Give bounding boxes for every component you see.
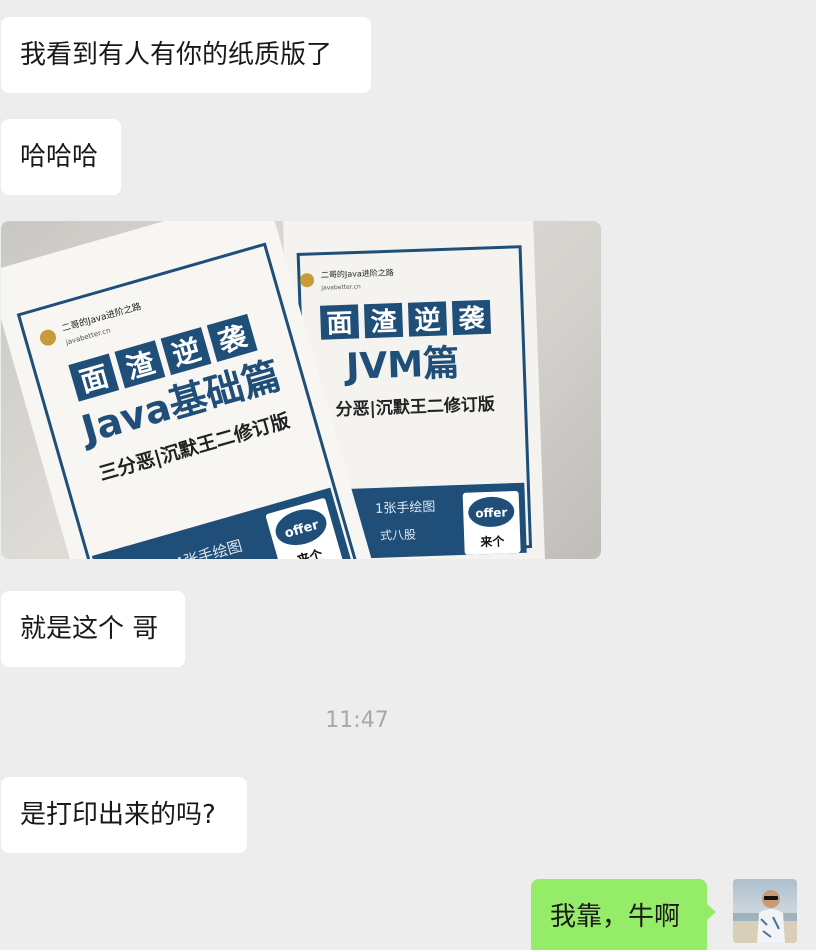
message-bubble[interactable]: 是打印出来的吗? (1, 777, 247, 853)
message-text: 是打印出来的吗? (20, 800, 216, 830)
book-photo: 二哥的Java进阶之路 javabetter.cn 面 渣 逆 袭 JVM篇 分… (1, 221, 546, 559)
book-site: javabetter.cn (320, 283, 361, 291)
message-bubble-outgoing[interactable]: 我靠，牛啊 (531, 879, 716, 950)
offer-badge-text: 来个 (479, 533, 506, 549)
title-char: 袭 (457, 304, 486, 335)
message-text: 我看到有人有你的纸质版了 (20, 40, 333, 70)
avatar-image (733, 890, 797, 943)
book-subtitle: JVM篇 (342, 343, 459, 388)
message-bubble[interactable]: 我看到有人有你的纸质版了 (1, 17, 371, 93)
title-char: 渣 (370, 307, 398, 338)
avatar[interactable] (733, 879, 797, 943)
image-message[interactable]: 二哥的Java进阶之路 javabetter.cn 面 渣 逆 袭 JVM篇 分… (1, 221, 601, 559)
timestamp: 11:47 (325, 708, 389, 733)
chat-window: 我看到有人有你的纸质版了 哈哈哈 二哥的Java进阶之路 javabetter.… (0, 0, 816, 950)
book-footer: 式八股 (380, 528, 416, 543)
message-text: 我靠，牛啊 (550, 902, 681, 932)
title-char: 面 (326, 309, 353, 340)
message-bubble[interactable]: 就是这个 哥 (1, 591, 185, 667)
message-text: 哈哈哈 (20, 142, 99, 172)
message-text: 就是这个 哥 (20, 614, 159, 644)
book-footer: 1张手绘图 (375, 500, 436, 517)
message-bubble[interactable]: 哈哈哈 (1, 119, 121, 195)
offer-badge: offer (475, 505, 508, 520)
title-char: 逆 (414, 305, 441, 337)
